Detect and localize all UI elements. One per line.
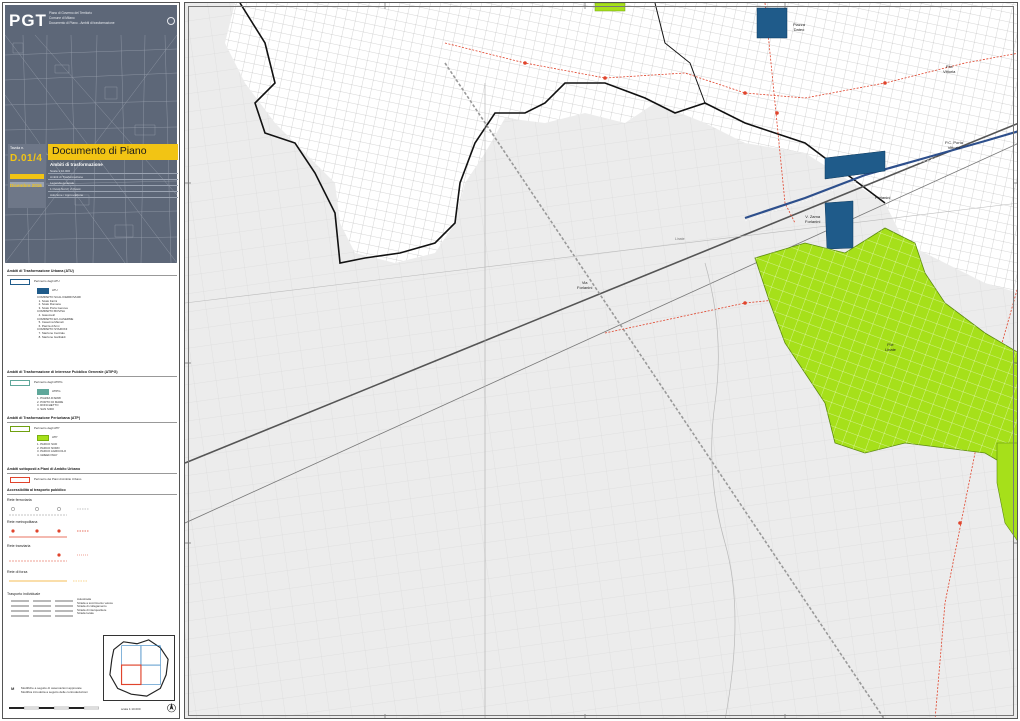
legend-atp-heading: Ambiti di Trasformazione Periurbana (ATP…: [7, 416, 81, 420]
atp-boundary-text: Perimetro degli ATP: [34, 426, 60, 430]
rail-legend-symbols: [9, 507, 89, 516]
map-label-vittoria: P.ta Vittoria: [943, 64, 956, 74]
legend-divider: [7, 376, 177, 377]
document-row-2: Ambiti di Trasformazione: [48, 175, 178, 180]
metro-legend-symbols: [9, 529, 89, 538]
footnote-mark: M: [11, 686, 15, 691]
inset-locator-map: [103, 635, 175, 701]
document-title-bar: Documento di Piano: [48, 144, 178, 160]
document-number-box: Tavola n. D.01/4: [8, 144, 46, 208]
atu-items: COMPARTO SCALI FERROVIARI 1. Scalo Farin…: [37, 295, 82, 339]
atu-boundary-swatch: [10, 279, 30, 285]
atip-fill-swatch: [37, 389, 49, 395]
milano-seal-icon: [167, 17, 175, 25]
document-row-1: Scala 1:10.000: [48, 169, 178, 174]
document-title: Documento di Piano: [52, 145, 147, 157]
map-label-zama: V. Zama Forlanini: [805, 214, 821, 224]
pa-boundary-swatch: [10, 477, 30, 483]
atip-boundary-swatch: [10, 380, 30, 386]
legend-access-heading: Accessibilità al trasporto pubblico: [7, 488, 66, 492]
header-line-2: Comune di Milano: [49, 16, 75, 20]
map-label-forlanini: Forlanini: [875, 195, 891, 200]
map-label-linate-square: P.le Linate: [885, 342, 896, 352]
road-legend-symbols: [11, 600, 73, 617]
legend-divider: [7, 494, 177, 495]
atu-boundary-text: Perimetro degli ATU: [34, 279, 60, 283]
scale-bar: [9, 706, 99, 710]
pa-boundary-text: Perimetro dei Piani di Ambito Urbano: [34, 477, 82, 481]
legend-roads-heading: Trasporto individuale: [7, 592, 41, 596]
legend-bus-heading: Rete di forza: [7, 570, 28, 574]
legend-divider: [7, 473, 177, 474]
territory-map[interactable]: [185, 3, 1018, 719]
road-legend-labels: Autostrada Strada a scorrimento veloce S…: [77, 597, 113, 616]
header-line-1: Piano di Governo del Territorio: [49, 11, 92, 15]
document-number-label: Tavola n.: [10, 146, 25, 150]
legend-panel: PGT Piano di Governo del Territorio Comu…: [2, 2, 180, 719]
footnote-text: Modifiche a seguito di osservazioni appr…: [21, 686, 88, 694]
header-line-3: Documento di Piano - Ambiti di trasforma…: [49, 21, 115, 25]
atp-items: 1. PARCO SUD 2. PARCO NORD 3. PARCO AGRI…: [37, 442, 67, 457]
document-info-panel: Tavola n. D.01/4 Documento di Piano Ambi…: [8, 144, 178, 208]
atip-fill-code: ATIPG: [52, 389, 61, 393]
atp-boundary-swatch: [10, 426, 30, 432]
legend-divider: [7, 275, 177, 276]
north-arrow-icon: [167, 703, 176, 713]
document-row-4: 1 Ovest Nord | 2 Ovest: [48, 187, 178, 192]
document-date: Dicembre 2016: [10, 183, 42, 188]
atip-items: 1. PIAZZA D'ARMI 2. PORTO DI MARE 3. RON…: [37, 396, 64, 411]
legend-rail-heading: Rete ferroviaria: [7, 498, 32, 502]
yellow-marker: [10, 174, 44, 179]
atp-fill-swatch: [37, 435, 49, 441]
atip-boundary-text: Perimetro degli ATIPG: [34, 380, 63, 384]
legend-metro-heading: Rete metropolitana: [7, 520, 38, 524]
atp-fill-code: ATP: [52, 435, 58, 439]
legend-divider: [7, 422, 177, 423]
map-label-via-forlanini: Via Forlanini: [577, 280, 593, 290]
pgt-logo: PGT: [9, 11, 47, 30]
document-subtitle: Ambiti di trasformazione: [50, 162, 103, 167]
tram-legend-symbols: [9, 553, 89, 562]
atu-fill-code: ATU: [52, 288, 58, 292]
atp-area-north[interactable]: [594, 3, 626, 12]
legend-atip-heading: Ambiti di Trasformazione di Interesse Pu…: [7, 370, 118, 374]
legend-tram-heading: Rete tranviaria: [7, 544, 31, 548]
document-number: D.01/4: [10, 153, 43, 164]
map-frame[interactable]: Piazza Dateo P.ta Vittoria P.C. Porta Vi…: [184, 2, 1018, 719]
map-label-dateo: Piazza Dateo: [793, 22, 806, 32]
document-row-5: Adozione / Approvazione: [48, 193, 178, 198]
legend-atu-heading: Ambiti di Trasformazione Urbana (ATU): [7, 269, 74, 273]
atu-fill-swatch: [37, 288, 49, 294]
map-label-pc-vittoria: P.C. Porta Vittoria: [945, 140, 963, 150]
header-block: PGT Piano di Governo del Territorio Comu…: [5, 5, 177, 263]
document-row-3: Legenda generale: [48, 181, 178, 186]
legend-pa-heading: Ambiti sottoposti a Piani di Ambito Urba…: [7, 467, 81, 471]
scale-label: scala 1:10.000: [121, 707, 141, 711]
bus-legend-symbols: [9, 580, 87, 582]
map-label-linate: Linate: [675, 237, 685, 241]
